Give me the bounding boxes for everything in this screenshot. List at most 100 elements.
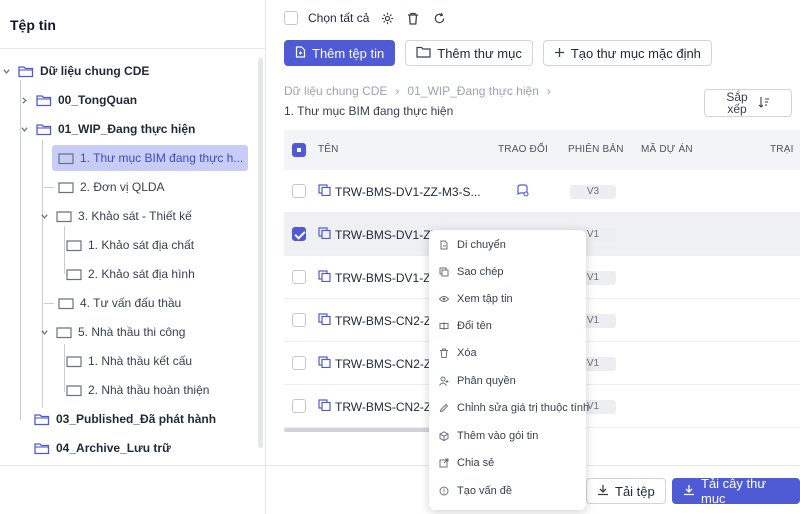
menu-item-delete[interactable]: Xóa: [439, 345, 477, 361]
plus-icon: [554, 46, 565, 61]
sort-button[interactable]: Sắp xếp: [704, 89, 792, 117]
menu-item-rename[interactable]: Đổi tên: [439, 318, 492, 334]
menu-item-label: Chỉnh sửa giá trị thuộc tính: [457, 402, 590, 414]
folder-icon: [66, 354, 82, 368]
row-checkbox[interactable]: [292, 184, 306, 198]
folder-icon: [56, 325, 72, 339]
tree-node-bim-selected[interactable]: 1. Thư mục BIM đang thực h...: [52, 145, 248, 171]
column-header-version[interactable]: PHIÊN BẢN: [568, 144, 624, 155]
model-file-icon: [318, 399, 331, 414]
breadcrumb-item[interactable]: 01_WIP_Đang thực hiện: [407, 84, 538, 98]
tree-node-label: 2. Nhà thầu hoàn thiện: [88, 383, 210, 397]
issue-icon: [439, 486, 449, 496]
column-header-project-code[interactable]: MÃ DỰ ÁN: [641, 144, 693, 155]
menu-item-permissions[interactable]: Phân quyền: [439, 373, 516, 389]
header-checkbox[interactable]: [292, 143, 306, 157]
tree-node-ketcau[interactable]: 1. Nhà thầu kết cấu: [66, 348, 192, 374]
tree-node-nhathau[interactable]: 5. Nhà thầu thi công: [38, 319, 185, 345]
share-icon: [439, 458, 449, 468]
tree-node-qlda[interactable]: 2. Đơn vị QLDA: [44, 174, 165, 200]
file-name[interactable]: TRW-BMS-DV1-Z: [335, 271, 431, 285]
model-file-icon: [318, 184, 331, 199]
refresh-icon[interactable]: [431, 10, 447, 26]
menu-item-add-to-package[interactable]: Thêm vào gói tin: [439, 428, 538, 444]
menu-item-view-file[interactable]: Xem tập tin: [439, 291, 513, 307]
create-default-folder-label: Tạo thư mục mặc định: [570, 45, 701, 61]
tree-node-hoanthien[interactable]: 2. Nhà thầu hoàn thiện: [66, 377, 209, 403]
move-icon: [439, 240, 449, 250]
row-checkbox[interactable]: [292, 313, 306, 327]
folder-icon: [66, 238, 82, 252]
tree-guide: [64, 344, 65, 392]
trash-icon[interactable]: [405, 10, 421, 26]
exchange-icon[interactable]: [516, 184, 529, 200]
tree-node-diachat[interactable]: 1. Khảo sát địa chất: [66, 232, 194, 258]
menu-item-copy[interactable]: Sao chép: [439, 264, 503, 280]
chevron-right-icon[interactable]: [18, 94, 30, 106]
download-file-button[interactable]: Tải tệp: [586, 478, 666, 504]
select-all-checkbox[interactable]: [284, 11, 298, 25]
tree-node-wip[interactable]: 01_WIP_Đang thực hiện: [18, 116, 195, 142]
column-header-name[interactable]: TÊN: [318, 144, 339, 155]
trash-icon: [439, 348, 449, 358]
tree-node-archive[interactable]: 04_Archive_Lưu trữ: [34, 435, 171, 461]
breadcrumb-item[interactable]: Dữ liệu chung CDE: [284, 84, 387, 98]
column-header-status[interactable]: TRẠI: [770, 144, 794, 155]
file-name[interactable]: TRW-BMS-CN2-Z: [335, 400, 431, 414]
menu-item-create-issue[interactable]: Tạo vấn đề: [439, 483, 512, 499]
menu-item-share[interactable]: Chia sẻ: [439, 455, 494, 471]
folder-icon: [58, 296, 74, 310]
add-folder-button[interactable]: Thêm thư mục: [405, 40, 533, 66]
file-name[interactable]: TRW-BMS-CN2-Z: [335, 357, 431, 371]
sort-label-line: xếp: [727, 102, 747, 116]
folder-icon: [56, 209, 72, 223]
panel-title: Tệp tin: [10, 17, 56, 33]
file-name[interactable]: TRW-BMS-CN2-Z: [335, 314, 431, 328]
menu-item-label: Xem tập tin: [457, 293, 513, 305]
folder-icon: [34, 441, 50, 455]
rename-icon: [439, 321, 449, 331]
top-toolbar: Chọn tất cả: [284, 10, 447, 26]
create-default-folder-button[interactable]: Tạo thư mục mặc định: [542, 40, 712, 66]
tree-node-tuvan[interactable]: 4. Tư vấn đấu thầu: [44, 290, 181, 316]
chevron-down-icon[interactable]: [0, 65, 12, 77]
add-file-button[interactable]: Thêm tệp tin: [284, 40, 396, 66]
package-icon: [439, 431, 449, 441]
chevron-down-icon[interactable]: [18, 123, 30, 135]
tree-scrollbar[interactable]: [258, 58, 263, 448]
column-header-exchange[interactable]: TRAO ĐỔI: [498, 144, 548, 155]
table-row[interactable]: TRW-BMS-DV1-ZZ-M3-S... V3: [284, 170, 800, 213]
tree-node-tongquan[interactable]: 00_TongQuan: [18, 87, 137, 113]
tree-node-label: 00_TongQuan: [58, 93, 138, 107]
menu-item-edit-properties[interactable]: Chỉnh sửa giá trị thuộc tính: [439, 400, 589, 416]
table-header: TÊN TRAO ĐỔI PHIÊN BẢN MÃ DỰ ÁN TRẠI: [284, 130, 800, 170]
context-menu: Di chuyển Sao chép Xem tập tin Đổi tên X…: [429, 230, 589, 510]
row-checkbox[interactable]: [292, 356, 306, 370]
tree-node-label: Dữ liệu chung CDE: [40, 64, 150, 78]
chevron-down-icon[interactable]: [38, 326, 50, 338]
download-folder-tree-label: Tải cây thư mục: [701, 476, 767, 506]
tree-node-diahinh[interactable]: 2. Khảo sát địa hình: [66, 261, 195, 287]
menu-item-move[interactable]: Di chuyển: [439, 237, 506, 253]
chevron-down-icon[interactable]: [38, 210, 50, 222]
eye-icon: [439, 294, 449, 304]
tree-guide: [42, 140, 43, 408]
folder-icon: [58, 151, 74, 165]
row-checkbox[interactable]: [292, 270, 306, 284]
select-all-label[interactable]: Chọn tất cả: [308, 11, 369, 25]
row-checkbox[interactable]: [292, 399, 306, 413]
file-name-cell: TRW-BMS-DV1-ZZ-M3-S...: [318, 184, 481, 199]
tree-node-khaosat[interactable]: 3. Khảo sát - Thiết kế: [38, 203, 192, 229]
table-horizontal-scrollbar[interactable]: [284, 428, 434, 432]
file-name-cell: TRW-BMS-CN2-Z: [318, 356, 431, 371]
file-name[interactable]: TRW-BMS-DV1-ZZ-M3-S...: [335, 185, 481, 199]
row-checkbox[interactable]: [292, 227, 306, 241]
download-folder-tree-button[interactable]: Tải cây thư mục: [672, 476, 800, 506]
tree-node-label: 04_Archive_Lưu trữ: [56, 441, 171, 455]
breadcrumb-current: 1. Thư mục BIM đang thực hiện: [284, 104, 454, 118]
download-icon: [597, 484, 609, 499]
tree-node-label: 1. Khảo sát địa chất: [88, 238, 195, 252]
tree-node-published[interactable]: 03_Published_Đã phát hành: [34, 406, 216, 432]
gear-icon[interactable]: [379, 10, 395, 26]
tree-node-root[interactable]: Dữ liệu chung CDE: [0, 58, 149, 84]
